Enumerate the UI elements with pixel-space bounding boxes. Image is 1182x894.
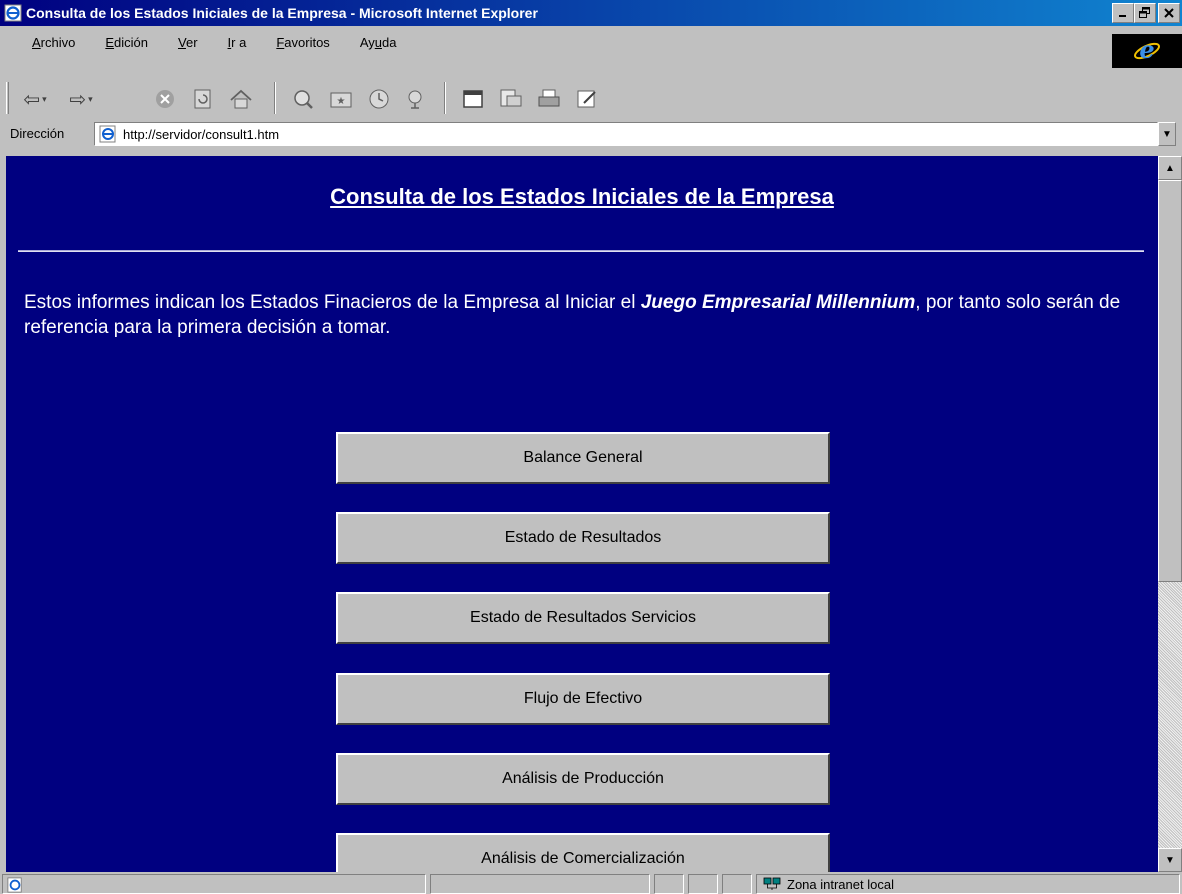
mail-button[interactable]	[496, 86, 526, 112]
stop-icon	[156, 90, 174, 108]
intranet-zone-icon	[763, 877, 781, 890]
menu-ayuda[interactable]: Ayuda	[338, 35, 405, 55]
address-url[interactable]: http://servidor/consult1.htm	[123, 127, 279, 142]
fullscreen-button[interactable]	[458, 86, 488, 112]
standard-toolbar: ⇦ ▾ ⇨ ▾ ★	[0, 78, 1182, 118]
close-icon	[1164, 8, 1174, 18]
minimize-button[interactable]	[1112, 3, 1134, 23]
estado-resultados-servicios-button[interactable]: Estado de Resultados Servicios	[336, 592, 830, 644]
menu-favoritos[interactable]: Favoritos	[254, 35, 337, 55]
balance-general-button[interactable]: Balance General	[336, 432, 830, 484]
toolbar-separator	[274, 82, 276, 114]
minimize-icon	[1119, 15, 1126, 17]
ie-throbber: e	[1112, 34, 1182, 68]
analisis-comercializacion-button[interactable]: Análisis de Comercialización	[336, 833, 830, 872]
ie-page-icon	[4, 4, 22, 22]
toolbar-grip[interactable]	[6, 82, 9, 114]
favorites-icon: ★	[330, 92, 352, 108]
refresh-icon	[194, 89, 211, 109]
search-button[interactable]	[288, 86, 318, 112]
favorites-button[interactable]: ★	[326, 86, 356, 112]
status-zone-pane: Zona intranet local	[756, 874, 1180, 894]
home-icon	[230, 89, 252, 109]
address-bar: Dirección http://servidor/consult1.htm ▼	[0, 118, 1182, 150]
channels-icon	[408, 90, 422, 109]
restore-icon	[1139, 7, 1150, 18]
status-main-pane	[2, 874, 426, 894]
vertical-scrollbar[interactable]: ▲ ▼	[1158, 156, 1182, 872]
status-bar: Zona intranet local	[0, 872, 1182, 894]
maximize-button[interactable]	[1134, 3, 1156, 23]
stop-button[interactable]	[150, 86, 180, 112]
svg-text:e: e	[1139, 36, 1154, 64]
forward-dropdown-icon[interactable]: ▾	[88, 94, 93, 105]
ie-logo-icon: e	[1134, 36, 1160, 64]
address-input[interactable]: http://servidor/consult1.htm	[94, 122, 1158, 146]
edit-icon	[577, 90, 596, 108]
intro-emphasis: Juego Empresarial Millennium	[640, 292, 916, 313]
history-button[interactable]	[364, 86, 394, 112]
channels-button[interactable]	[400, 86, 430, 112]
history-icon	[369, 89, 389, 109]
arrow-up-icon: ▲	[1165, 162, 1175, 174]
print-icon	[538, 89, 560, 107]
edit-button[interactable]	[572, 86, 602, 112]
ie-page-icon	[99, 125, 116, 143]
ie-page-icon	[7, 877, 22, 893]
forward-button[interactable]: ⇨ ▾	[66, 86, 96, 112]
title-bar[interactable]: Consulta de los Estados Iniciales de la …	[0, 0, 1182, 26]
intro-paragraph: Estos informes indican los Estados Finac…	[24, 292, 1121, 338]
forward-icon: ⇨	[69, 88, 87, 111]
address-dropdown-button[interactable]: ▼	[1158, 122, 1176, 146]
status-pane	[722, 874, 752, 894]
status-progress-pane	[430, 874, 650, 894]
window-title: Consulta de los Estados Iniciales de la …	[26, 5, 538, 21]
menu-archivo[interactable]: Archivo	[6, 35, 83, 55]
zone-label: Zona intranet local	[787, 876, 894, 892]
menu-bar: Archivo Edición Ver Ir a Favoritos Ayuda…	[0, 26, 1182, 78]
back-icon: ⇦	[23, 88, 41, 111]
back-button[interactable]: ⇦ ▾	[20, 86, 50, 112]
menu-ir-a[interactable]: Ir a	[206, 35, 255, 55]
toolbar-separator	[444, 82, 446, 114]
arrow-down-icon: ▼	[1165, 854, 1175, 866]
horizontal-rule	[18, 250, 1144, 252]
svg-text:★: ★	[337, 96, 346, 107]
status-pane	[688, 874, 718, 894]
close-button[interactable]	[1158, 3, 1180, 23]
scrollbar-thumb[interactable]	[1158, 180, 1182, 582]
scroll-down-button[interactable]: ▼	[1158, 848, 1182, 872]
status-pane	[654, 874, 684, 894]
menu-edicion[interactable]: Edición	[83, 35, 156, 55]
scroll-up-button[interactable]: ▲	[1158, 156, 1182, 180]
page-title: Consulta de los Estados Iniciales de la …	[330, 184, 834, 209]
print-button[interactable]	[534, 86, 564, 112]
fullscreen-icon	[463, 90, 483, 108]
page-content: Consulta de los Estados Iniciales de la …	[6, 156, 1158, 872]
refresh-button[interactable]	[188, 86, 218, 112]
home-button[interactable]	[226, 86, 256, 112]
back-dropdown-icon[interactable]: ▾	[42, 94, 47, 105]
flujo-efectivo-button[interactable]: Flujo de Efectivo	[336, 673, 830, 725]
analisis-produccion-button[interactable]: Análisis de Producción	[336, 753, 830, 805]
mail-icon	[500, 89, 522, 107]
menu-ver[interactable]: Ver	[156, 35, 206, 55]
search-icon	[294, 90, 313, 109]
address-label: Dirección	[10, 126, 65, 141]
chevron-down-icon: ▼	[1162, 128, 1172, 140]
estado-resultados-button[interactable]: Estado de Resultados	[336, 512, 830, 564]
